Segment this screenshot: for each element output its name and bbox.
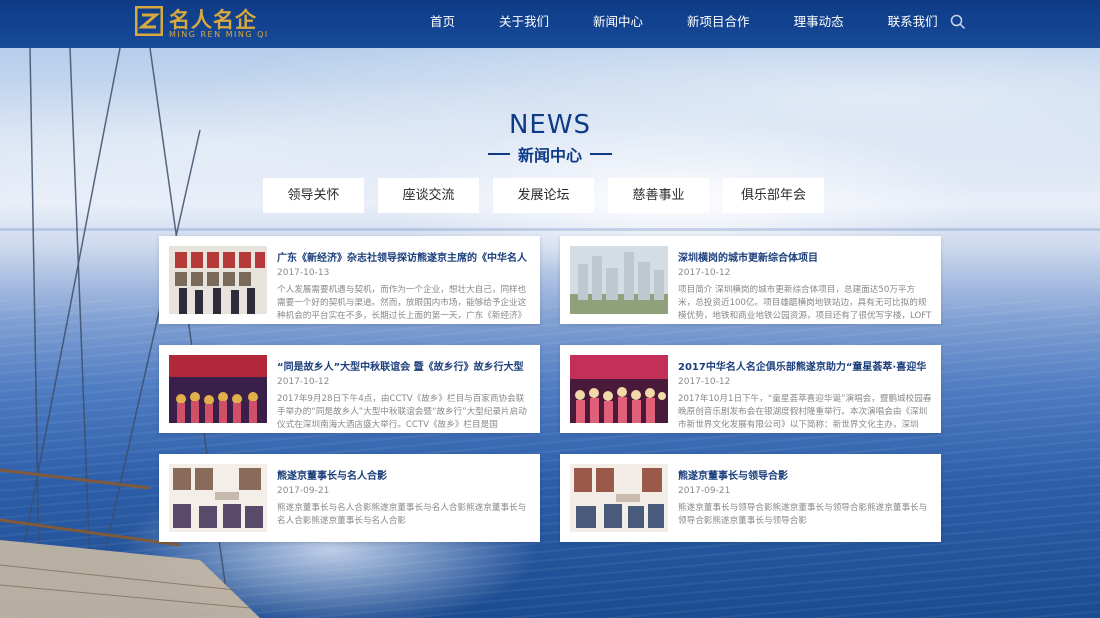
news-date: 2017-09-21	[678, 486, 731, 496]
search-icon[interactable]	[950, 14, 966, 30]
site-logo[interactable]: 名人名企 MING REN MING QI	[135, 4, 285, 44]
news-title[interactable]: 熊遂京董事长与领导合影	[678, 467, 930, 482]
title-dash-left	[487, 153, 510, 155]
news-excerpt: 熊遂京董事长与名人合影熊遂京董事长与名人合影熊遂京董事长与名人合影熊遂京董事长与…	[277, 503, 527, 526]
news-thumbnail-image	[169, 355, 267, 423]
news-title[interactable]: 深圳横岗的城市更新综合体项目	[678, 249, 930, 264]
news-excerpt: 项目简介 深圳横岗的城市更新综合体项目，总建面达50万平方米，总投资近100亿。…	[678, 285, 932, 321]
news-thumbnail-image	[169, 464, 267, 532]
news-thumbnail-image	[169, 246, 267, 314]
title-dash-right	[590, 153, 612, 155]
news-card[interactable]: 熊遂京董事长与领导合影 2017-09-21 熊遂京董事长与领导合影熊遂京董事长…	[560, 454, 941, 542]
news-title[interactable]: 广东《新经济》杂志社领导探访熊遂京主席的《中华名人	[277, 249, 529, 264]
top-header: 名人名企 MING REN MING QI 首页 关于我们 新闻中心 新项目合作…	[0, 0, 1100, 48]
news-date: 2017-10-13	[277, 268, 330, 278]
news-date: 2017-09-21	[277, 486, 330, 496]
section-title-cn-group: 新闻中心	[487, 142, 612, 166]
news-date: 2017-10-12	[277, 377, 330, 387]
nav-item-news[interactable]: 新闻中心	[571, 0, 665, 48]
logo-mark-icon	[135, 6, 163, 36]
nav-item-contact[interactable]: 联系我们	[866, 0, 960, 48]
news-excerpt: 2017年10月1日下午，“童星荟萃喜迎华诞”演唱会，暨鹏城校园春晚原创音乐剧发…	[678, 394, 932, 430]
news-card[interactable]: 熊遂京董事长与名人合影 2017-09-21 熊遂京董事长与名人合影熊遂京董事长…	[159, 454, 540, 542]
nav-item-home[interactable]: 首页	[408, 0, 477, 48]
news-thumbnail-image	[570, 355, 668, 423]
news-date: 2017-10-12	[678, 377, 731, 387]
news-excerpt: 个人发展需要机遇与契机，而作为一个企业，想壮大自己，同样也需要一个好的契机与渠道…	[277, 285, 527, 321]
news-excerpt: 熊遂京董事长与领导合影熊遂京董事长与领导合影熊遂京董事长与领导合影熊遂京董事长与…	[678, 503, 928, 526]
section-title-cn-wrap: 新闻中心	[0, 140, 1100, 166]
news-title[interactable]: 2017中华名人名企俱乐部熊遂京助力“童星荟萃·喜迎华	[678, 358, 930, 373]
nav-item-director-news[interactable]: 理事动态	[772, 0, 866, 48]
main-nav: 首页 关于我们 新闻中心 新项目合作 理事动态 联系我们	[408, 0, 960, 48]
nav-item-projects[interactable]: 新项目合作	[665, 0, 772, 48]
news-thumbnail-image	[570, 246, 668, 314]
news-title[interactable]: “同是故乡人”大型中秋联谊会 暨《故乡行》故乡行大型	[277, 358, 529, 373]
nav-item-about[interactable]: 关于我们	[477, 0, 571, 48]
news-card[interactable]: “同是故乡人”大型中秋联谊会 暨《故乡行》故乡行大型 2017-10-12 20…	[159, 345, 540, 433]
category-tabs: 领导关怀 座谈交流 发展论坛 慈善事业 俱乐部年会	[263, 178, 824, 213]
news-date: 2017-10-12	[678, 268, 731, 278]
tab-forum[interactable]: 发展论坛	[493, 178, 594, 213]
news-card[interactable]: 2017中华名人名企俱乐部熊遂京助力“童星荟萃·喜迎华 2017-10-12 2…	[560, 345, 941, 433]
tab-leadership-care[interactable]: 领导关怀	[263, 178, 364, 213]
tab-club-annual[interactable]: 俱乐部年会	[723, 178, 824, 213]
section-title-en: NEWS	[508, 110, 592, 140]
news-card[interactable]: 广东《新经济》杂志社领导探访熊遂京主席的《中华名人 2017-10-13 个人发…	[159, 236, 540, 324]
tab-symposium[interactable]: 座谈交流	[378, 178, 479, 213]
news-title[interactable]: 熊遂京董事长与名人合影	[277, 467, 529, 482]
section-title-cn: 新闻中心	[517, 146, 582, 165]
news-excerpt: 2017年9月28日下午4点，由CCTV《故乡》栏目与百家商协会联手举办的“同是…	[277, 394, 527, 430]
news-card[interactable]: 深圳横岗的城市更新综合体项目 2017-10-12 项目简介 深圳横岗的城市更新…	[560, 236, 941, 324]
logo-text-en: MING REN MING QI	[169, 30, 269, 39]
news-thumbnail-image	[570, 464, 668, 532]
tab-charity[interactable]: 慈善事业	[608, 178, 709, 213]
